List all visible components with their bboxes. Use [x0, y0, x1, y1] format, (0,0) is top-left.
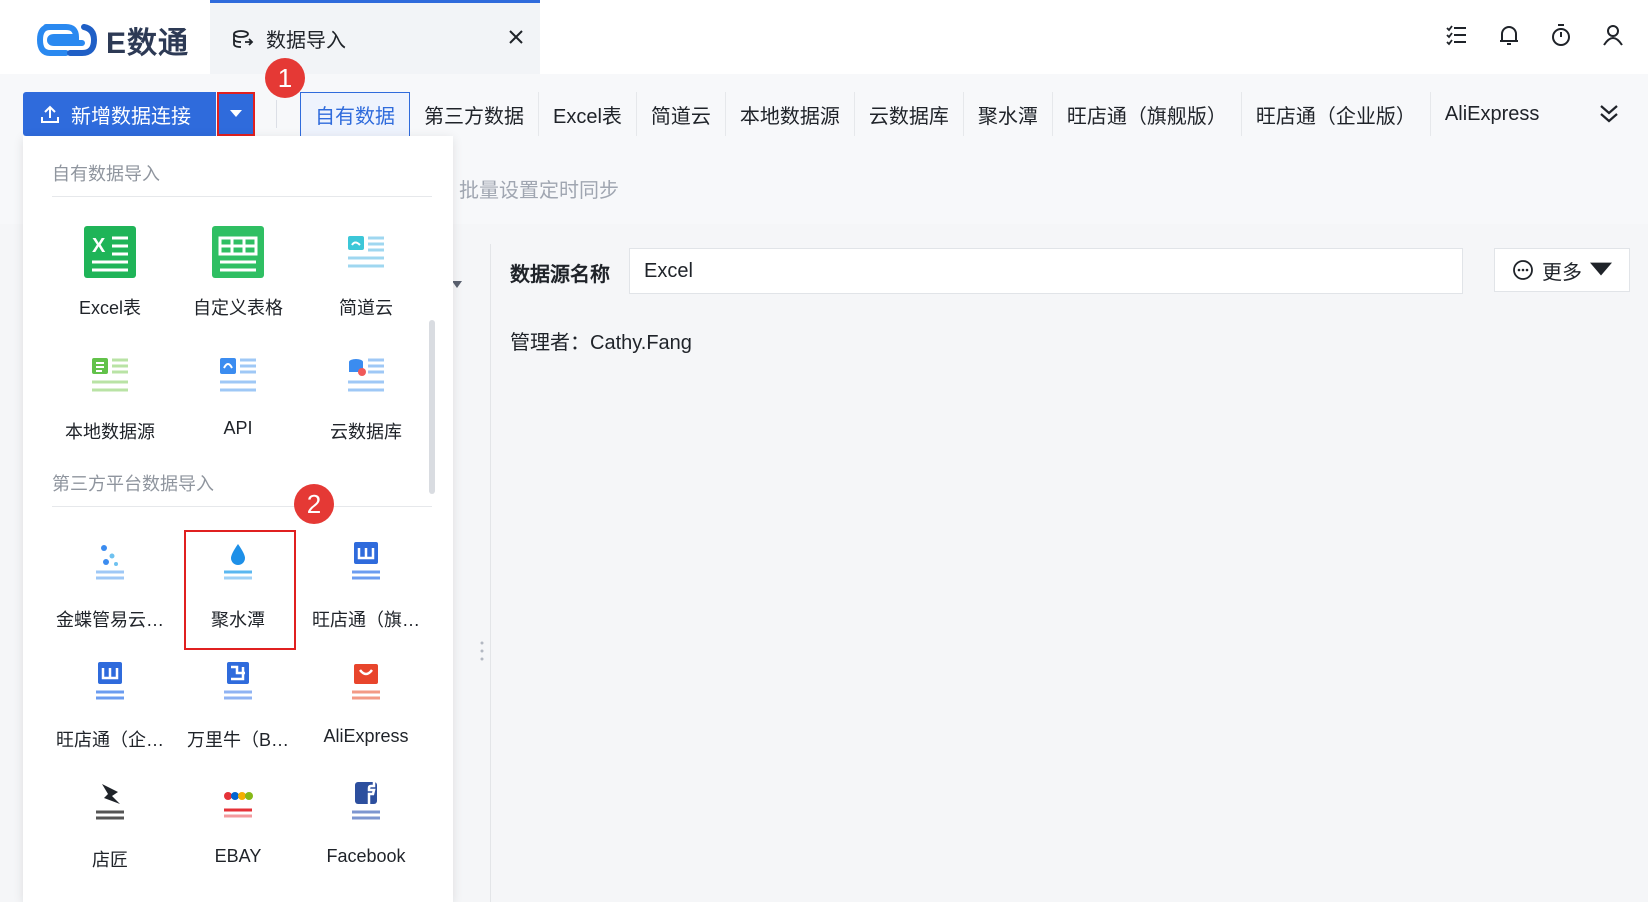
- toolbar-divider: [276, 100, 277, 128]
- wanliniu-icon: [224, 662, 252, 700]
- close-icon[interactable]: [504, 25, 528, 49]
- tab-third-party-data[interactable]: 第三方数据: [410, 92, 539, 136]
- option-label: Facebook: [326, 846, 406, 866]
- option-kingdee[interactable]: 金蝶管易云…: [46, 536, 174, 646]
- option-wanliniu[interactable]: 万里牛（B…: [174, 656, 302, 766]
- caret-down-icon: [1590, 262, 1612, 276]
- datasource-name-label: 数据源名称: [510, 264, 610, 286]
- highlight-jushuitan: [184, 530, 296, 650]
- option-label: AliExpress: [323, 726, 409, 746]
- drag-handle-icon[interactable]: [479, 640, 485, 662]
- bell-icon[interactable]: [1496, 22, 1522, 48]
- option-excel[interactable]: X Excel表: [46, 224, 174, 334]
- step-badge-1: 1: [265, 58, 305, 98]
- facebook-icon: [352, 782, 380, 820]
- tab-wangdiantong-enterprise[interactable]: 旺店通（企业版）: [1242, 92, 1431, 136]
- api-icon: [220, 358, 256, 392]
- section-divider: [52, 196, 432, 197]
- option-shoplazza[interactable]: 店匠: [46, 776, 174, 886]
- upload-icon: [41, 105, 59, 123]
- timer-icon[interactable]: [1548, 22, 1574, 48]
- category-tabs: 自有数据 第三方数据 Excel表 简道云 本地数据源 云数据库 聚水潭 旺店通…: [300, 92, 1539, 136]
- option-label: 本地数据源: [65, 422, 155, 442]
- kingdee-icon: [96, 545, 124, 580]
- option-wangdiantong-flagship[interactable]: 旺店通（旗…: [302, 536, 430, 646]
- tab-local-datasource[interactable]: 本地数据源: [726, 92, 855, 136]
- cloud-database-icon: [348, 358, 384, 392]
- option-label: Excel表: [78, 298, 141, 318]
- tab-wangdiantong-flagship[interactable]: 旺店通（旗舰版）: [1053, 92, 1242, 136]
- more-button-label: 更多: [1542, 261, 1582, 284]
- option-facebook[interactable]: Facebook: [302, 776, 430, 886]
- option-aliexpress[interactable]: AliExpress: [302, 656, 430, 766]
- section-third-party: 第三方平台数据导入: [52, 474, 214, 494]
- local-datasource-icon: [92, 358, 128, 392]
- caret-down-icon: [230, 110, 242, 117]
- option-label: 金蝶管易云…: [56, 610, 164, 630]
- option-label: 旺店通（旗…: [312, 610, 420, 630]
- custom-table-icon: [212, 226, 264, 278]
- option-label: API: [223, 418, 253, 438]
- manager-text: 管理者：Cathy.Fang: [510, 332, 692, 354]
- tab-aliexpress[interactable]: AliExpress: [1431, 92, 1539, 136]
- app-name: E数通: [106, 27, 190, 60]
- excel-icon: X: [84, 226, 136, 278]
- wangdiantong-flagship-icon: [352, 542, 380, 580]
- data-import-icon: [233, 29, 254, 48]
- datasource-name-input[interactable]: Excel: [629, 248, 1463, 294]
- tab-label: 数据导入: [266, 30, 346, 52]
- jiandaoyun-icon: [348, 236, 384, 268]
- tab-jiandaoyun[interactable]: 简道云: [637, 92, 726, 136]
- option-label: 店匠: [92, 850, 128, 870]
- task-list-icon[interactable]: [1444, 22, 1470, 48]
- tab-jushuitan[interactable]: 聚水潭: [964, 92, 1053, 136]
- ebay-icon: [224, 792, 253, 818]
- user-icon[interactable]: [1600, 22, 1626, 48]
- option-jiandaoyun[interactable]: 简道云: [302, 224, 430, 334]
- option-label: 万里牛（B…: [186, 730, 289, 750]
- app-logo[interactable]: E数通: [36, 18, 189, 62]
- option-label: 云数据库: [330, 422, 402, 442]
- aliexpress-icon: [352, 664, 380, 700]
- tab-own-data[interactable]: 自有数据: [300, 92, 410, 136]
- tab-cloud-database[interactable]: 云数据库: [855, 92, 964, 136]
- dropdown-scrollbar[interactable]: [429, 320, 435, 494]
- option-label: 旺店通（企…: [56, 730, 164, 750]
- logo-icon: [36, 24, 98, 56]
- add-data-connection-button[interactable]: 新增数据连接: [23, 92, 216, 136]
- step-badge-2: 2: [294, 484, 334, 524]
- shoplazza-icon: [96, 784, 124, 820]
- option-wangdiantong-enterprise[interactable]: 旺店通（企…: [46, 656, 174, 766]
- add-data-connection-label: 新增数据连接: [71, 105, 191, 128]
- batch-sync-link[interactable]: 批量设置定时同步: [459, 174, 619, 203]
- option-label: EBAY: [214, 846, 262, 866]
- double-chevron-down-icon[interactable]: [1593, 98, 1625, 130]
- section-own-data: 自有数据导入: [52, 164, 160, 184]
- option-label: 自定义表格: [193, 298, 283, 318]
- add-connection-dropdown: 自有数据导入 X Excel表 自定义表格 简道云 本地数据源 API 云数据库…: [23, 136, 453, 902]
- more-button[interactable]: 更多: [1494, 248, 1630, 292]
- top-bar: E数通 数据导入: [0, 0, 1648, 74]
- top-right-icons: [1444, 22, 1626, 48]
- option-ebay[interactable]: EBAY: [174, 776, 302, 886]
- svg-text:X: X: [92, 235, 106, 257]
- tab-data-import[interactable]: 数据导入: [210, 0, 540, 74]
- option-cloud-database[interactable]: 云数据库: [302, 348, 430, 458]
- add-connection-dropdown-button[interactable]: [217, 92, 255, 136]
- section-divider: [52, 506, 432, 507]
- option-custom-table[interactable]: 自定义表格: [174, 224, 302, 334]
- tab-excel[interactable]: Excel表: [539, 92, 637, 136]
- option-label: 简道云: [339, 298, 393, 318]
- more-dots-icon: [1513, 260, 1533, 280]
- option-api[interactable]: API: [174, 348, 302, 458]
- option-local-datasource[interactable]: 本地数据源: [46, 348, 174, 458]
- wangdiantong-enterprise-icon: [96, 662, 124, 700]
